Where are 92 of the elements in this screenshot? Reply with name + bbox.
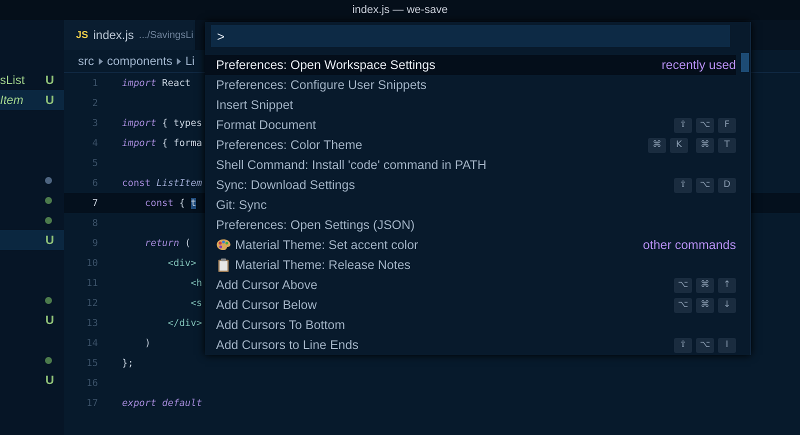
code-line: }; — [122, 358, 134, 368]
key-cap: ⌥ — [674, 278, 692, 292]
code-line: import React — [122, 78, 191, 88]
line-number: 4 — [91, 138, 98, 148]
key-cap: ⇧ — [674, 178, 692, 192]
breadcrumb-item[interactable]: Li — [185, 54, 195, 68]
command-item[interactable]: Material Theme: Release Notes — [205, 255, 736, 275]
line-number: 15 — [86, 358, 98, 368]
file-item[interactable]: U — [0, 370, 64, 390]
file-item[interactable]: sList U — [0, 70, 64, 90]
key-cap: ⌘ — [696, 278, 714, 292]
key-cap: ⇧ — [674, 118, 692, 132]
command-item[interactable]: Preferences: Color Theme ⌘ K ⌘ T — [205, 135, 736, 155]
key-cap: ⌥ — [696, 118, 714, 132]
tab-title: index.js — [93, 28, 134, 42]
command-item[interactable]: Preferences: Open Workspace Settings recently used — [205, 55, 736, 75]
breadcrumb-item[interactable]: components — [107, 54, 172, 68]
group-label: recently used — [662, 58, 736, 72]
key-cap: ⇧ — [674, 338, 692, 352]
command-item[interactable]: Add Cursors to Line Ends ⇧ ⌥ I — [205, 335, 736, 355]
git-status: U — [45, 93, 54, 107]
scrollbar-thumb[interactable] — [741, 53, 749, 72]
command-item[interactable]: Add Cursors To Bottom — [205, 315, 736, 335]
command-item[interactable]: Shell Command: Install 'code' command in PATH — [205, 155, 736, 175]
command-item[interactable]: Format Document ⇧ ⌥ F — [205, 115, 736, 135]
command-item[interactable]: Preferences: Configure User Snippets — [205, 75, 736, 95]
key-cap: ⌘ — [696, 298, 714, 312]
line-number: 12 — [86, 298, 98, 308]
line-number: 1 — [91, 78, 98, 88]
line-number: 8 — [91, 218, 98, 228]
key-cap: ⌘ — [648, 138, 666, 152]
chevron-icon — [176, 58, 182, 64]
line-number: 7 — [91, 198, 98, 208]
file-item[interactable]: Item U — [0, 90, 64, 110]
command-item[interactable]: Git: Sync — [205, 195, 736, 215]
key-cap: ⌥ — [696, 178, 714, 192]
code-line: import { types — [122, 118, 202, 128]
command-item[interactable]: Add Cursor Below ⌥ ⌘ ↓ — [205, 295, 736, 315]
git-status: U — [45, 233, 54, 247]
line-number: 16 — [86, 378, 98, 388]
window-title: index.js — we-save — [352, 4, 448, 16]
code-line: <div> — [166, 258, 196, 268]
paint-palette-icon — [216, 238, 231, 252]
command-input[interactable]: > — [211, 25, 730, 47]
editor-tab[interactable]: JS index.js .../SavingsLi — [64, 20, 196, 50]
git-status: U — [45, 373, 54, 387]
key-cap: ⌘ — [696, 138, 714, 152]
line-number: 3 — [91, 118, 98, 128]
key-cap: ⌥ — [696, 338, 714, 352]
group-label: other commands — [642, 238, 736, 252]
key-cap: ⌥ — [674, 298, 692, 312]
key-cap: D — [718, 178, 736, 192]
js-file-icon: JS — [76, 30, 88, 40]
code-line: return ( — [144, 238, 191, 248]
key-cap: ↓ — [718, 298, 736, 312]
git-status: U — [45, 313, 54, 327]
breadcrumb-item[interactable]: src — [78, 54, 94, 68]
key-cap: K — [670, 138, 688, 152]
key-cap: F — [718, 118, 736, 132]
chevron-icon — [98, 58, 103, 64]
clipboard-icon — [216, 258, 231, 272]
line-number: 10 — [86, 258, 98, 268]
git-status: U — [45, 73, 54, 87]
code-line: <s — [190, 298, 202, 308]
line-number: 11 — [86, 278, 98, 288]
file-item[interactable]: U — [0, 310, 64, 330]
file-name: Item — [0, 93, 24, 107]
code-line: </div> — [166, 318, 202, 328]
file-item[interactable]: U — [0, 230, 64, 250]
code-line: const { t — [144, 198, 196, 208]
line-number: 14 — [86, 338, 98, 348]
line-number: 2 — [91, 98, 98, 108]
key-cap: I — [718, 338, 736, 352]
code-line: <h — [190, 278, 202, 288]
code-line: export default — [122, 398, 202, 408]
command-item[interactable]: Sync: Download Settings ⇧ ⌥ D — [205, 175, 736, 195]
code-line: import { forma — [122, 138, 202, 148]
key-cap: T — [718, 138, 736, 152]
line-number: 9 — [91, 238, 98, 248]
code-line: const ListItem — [122, 178, 202, 188]
command-item[interactable]: Material Theme: Set accent color other commands — [205, 235, 736, 255]
tab-path: .../SavingsLi — [138, 30, 194, 40]
line-number: 13 — [86, 318, 98, 328]
line-number: 17 — [86, 398, 98, 408]
command-item[interactable]: Preferences: Open Settings (JSON) — [205, 215, 736, 235]
line-number: 6 — [91, 178, 98, 188]
command-item[interactable]: Add Cursor Above ⌥ ⌘ ↑ — [205, 275, 736, 295]
file-name: sList — [0, 73, 25, 87]
command-item[interactable]: Insert Snippet — [205, 95, 736, 115]
line-number: 5 — [91, 158, 98, 168]
key-cap: ↑ — [718, 278, 736, 292]
code-line: ) — [144, 338, 151, 348]
